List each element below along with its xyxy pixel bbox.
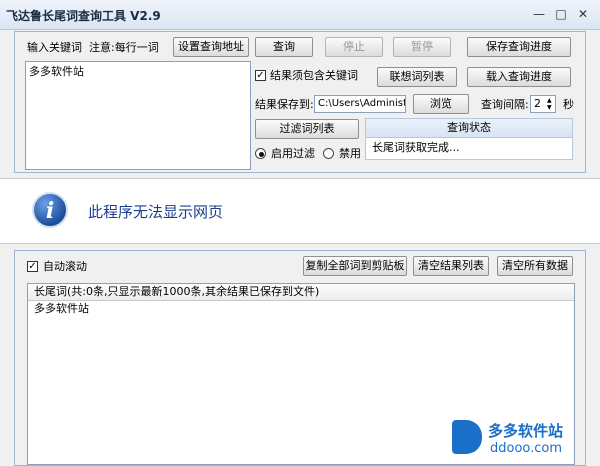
enable-filter-label: 启用过滤 xyxy=(271,147,315,160)
status-text: 长尾词获取完成... xyxy=(372,141,460,154)
disable-filter-label: 禁用 xyxy=(339,147,361,160)
disable-filter-radio[interactable] xyxy=(323,148,334,159)
status-box: 查询状态 长尾词获取完成... xyxy=(365,118,573,160)
save-path-input[interactable]: C:\Users\Administrat xyxy=(314,95,406,113)
watermark-url: ddooo.com xyxy=(490,441,563,456)
interval-value: 2 xyxy=(534,97,541,110)
title-bar: 飞达鲁长尾词查询工具 V2.9 — □ ✕ xyxy=(0,0,600,30)
clear-results-button[interactable]: 清空结果列表 xyxy=(413,256,489,276)
interval-unit: 秒 xyxy=(563,98,574,111)
assoc-list-button[interactable]: 联想词列表 xyxy=(377,67,457,87)
list-header[interactable]: 长尾词(共:0条,只显示最新1000条,其余结果已保存到文件) xyxy=(28,284,574,301)
autoscroll-checkbox[interactable]: ✓ xyxy=(27,261,38,272)
query-panel: 输入关键词 注意:每行一词 多多软件站 设置查询地址 查询 停止 暂停 保存查询… xyxy=(14,31,586,173)
interval-spinner[interactable]: 2 ▲ ▼ xyxy=(530,95,556,113)
set-query-url-button[interactable]: 设置查询地址 xyxy=(173,37,249,57)
query-button[interactable]: 查询 xyxy=(255,37,313,57)
list-item[interactable]: 多多软件站 xyxy=(28,301,574,317)
info-icon: i xyxy=(32,192,68,228)
save-progress-button[interactable]: 保存查询进度 xyxy=(467,37,571,57)
copy-all-button[interactable]: 复制全部词到剪贴板 xyxy=(303,256,407,276)
window-title: 飞达鲁长尾词查询工具 V2.9 xyxy=(6,9,161,23)
autoscroll-label: 自动滚动 xyxy=(43,260,87,273)
filter-list-button[interactable]: 过滤词列表 xyxy=(255,119,359,139)
enable-filter-radio[interactable] xyxy=(255,148,266,159)
save-path-value: C:\Users\Administrat xyxy=(318,98,406,109)
keyword-label: 输入关键词 xyxy=(27,41,82,54)
keyword-note: 注意:每行一词 xyxy=(89,41,159,54)
must-contain-checkbox[interactable]: ✓ xyxy=(255,70,266,81)
stop-button[interactable]: 停止 xyxy=(325,37,383,57)
must-contain-label: 结果须包含关键词 xyxy=(270,69,358,82)
webpage-message: i 此程序无法显示网页 xyxy=(0,178,600,244)
watermark-logo xyxy=(452,420,482,454)
browse-button[interactable]: 浏览 xyxy=(413,94,469,114)
webpage-message-text: 此程序无法显示网页 xyxy=(88,203,224,221)
pause-button[interactable]: 暂停 xyxy=(393,37,451,57)
status-title: 查询状态 xyxy=(366,119,572,138)
keyword-textarea[interactable]: 多多软件站 xyxy=(25,61,251,170)
watermark: 多多软件站 ddooo.com xyxy=(452,416,592,462)
clear-all-button[interactable]: 清空所有数据 xyxy=(497,256,573,276)
save-to-label: 结果保存到: xyxy=(255,98,314,111)
interval-label: 查询间隔: xyxy=(481,98,529,111)
close-button[interactable]: ✕ xyxy=(574,6,592,22)
spinner-arrows-icon[interactable]: ▲ ▼ xyxy=(547,97,552,111)
load-progress-button[interactable]: 载入查询进度 xyxy=(467,67,571,87)
minimize-button[interactable]: — xyxy=(530,6,548,22)
keyword-value: 多多软件站 xyxy=(29,65,84,78)
watermark-name: 多多软件站 xyxy=(488,422,564,440)
maximize-button[interactable]: □ xyxy=(552,6,570,22)
